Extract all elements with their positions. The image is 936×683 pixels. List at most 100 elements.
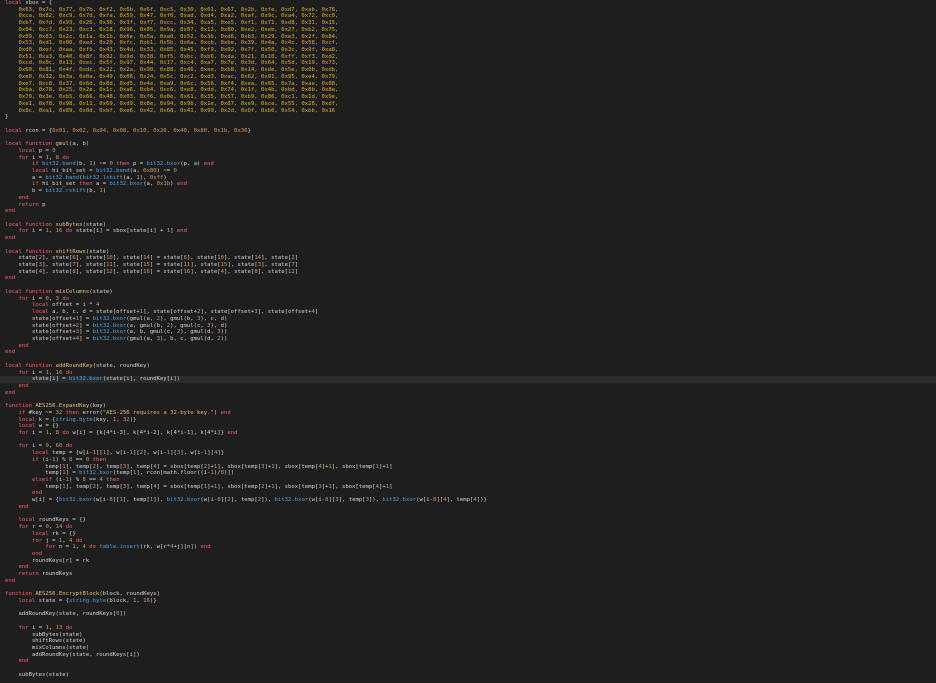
code-line[interactable]: 0x51, 0xa3, 0x40, 0x8f, 0x92, 0x9d, 0x38… <box>0 54 936 61</box>
code-line[interactable]: state[2], state[6], state[10], state[14]… <box>0 255 936 262</box>
code-line[interactable]: end <box>0 275 936 282</box>
code-line[interactable]: local offset = i * 4 <box>0 302 936 309</box>
code-line[interactable]: end <box>0 578 936 585</box>
code-line[interactable]: local function gmul(a, b) <box>0 141 936 148</box>
code-line[interactable] <box>0 511 936 518</box>
code-line[interactable] <box>0 618 936 625</box>
code-line[interactable]: temp[1], temp[2], temp[3], temp[4] = sbo… <box>0 464 936 471</box>
code-line[interactable]: for i = 1, 8 do w[i] = {k[4*i-3], k[4*i-… <box>0 430 936 437</box>
code-line[interactable]: local rcon = {0x01, 0x02, 0x04, 0x08, 0x… <box>0 128 936 135</box>
code-line[interactable] <box>0 282 936 289</box>
code-line[interactable] <box>0 396 936 403</box>
code-line[interactable]: end <box>0 658 936 665</box>
code-line[interactable]: a = bit32.band(bit32.lshift(a, 1), 0xff) <box>0 175 936 182</box>
code-line[interactable]: for i = 1, 13 do <box>0 625 936 632</box>
code-line[interactable]: 0xe7, 0xc8, 0x37, 0x6d, 0x8d, 0xd5, 0x4e… <box>0 81 936 88</box>
code-line[interactable]: end <box>0 343 936 350</box>
code-line[interactable]: addRoundKey(state, roundKeys[i]) <box>0 652 936 659</box>
code-line[interactable]: 0x53, 0xd1, 0x00, 0xed, 0x20, 0xfc, 0xb1… <box>0 40 936 47</box>
code-line[interactable]: 0xca, 0x82, 0xc9, 0x7d, 0xfa, 0x59, 0x47… <box>0 13 936 20</box>
code-line[interactable]: function AES256.EncryptBlock(block, roun… <box>0 591 936 598</box>
code-line[interactable]: state[offset+1] = bit32.bxor(gmul(a, 2),… <box>0 316 936 323</box>
code-line[interactable]: if bit32.band(b, 1) ~= 0 then p = bit32.… <box>0 161 936 168</box>
code-line[interactable]: for i = 0, 3 do <box>0 296 936 303</box>
code-line[interactable]: local state = {string.byte(block, 1, 16)… <box>0 598 936 605</box>
code-line[interactable] <box>0 215 936 222</box>
code-line[interactable]: local function shiftRows(state) <box>0 249 936 256</box>
code-line[interactable] <box>0 134 936 141</box>
code-line[interactable]: if hi_bit_set then a = bit32.bxor(a, 0x1… <box>0 181 936 188</box>
code-line[interactable]: 0xba, 0x78, 0x25, 0x2e, 0x1c, 0xa6, 0xb4… <box>0 87 936 94</box>
code-line[interactable]: 0x60, 0x81, 0x4f, 0xdc, 0x22, 0x2a, 0x90… <box>0 67 936 74</box>
code-line[interactable] <box>0 585 936 592</box>
code-line[interactable]: local temp = {w[i-1][1], w[i-1][2], w[i-… <box>0 450 936 457</box>
code-line[interactable]: 0xcd, 0x0c, 0x13, 0xec, 0x5f, 0x97, 0x44… <box>0 60 936 67</box>
code-line[interactable]: local a, b, c, d = state[offset+1], stat… <box>0 309 936 316</box>
code-line[interactable]: local function subBytes(state) <box>0 222 936 229</box>
code-line[interactable]: end <box>0 235 936 242</box>
code-line[interactable] <box>0 242 936 249</box>
code-line[interactable]: temp[1] = bit32.bxor(temp[1], rcon[math.… <box>0 470 936 477</box>
code-line[interactable]: for i = 9, 60 do <box>0 443 936 450</box>
code-line[interactable]: state[3], state[7], state[11], state[15]… <box>0 262 936 269</box>
code-line[interactable]: } <box>0 114 936 121</box>
code-line[interactable]: 0x8c, 0xa1, 0x89, 0x0d, 0xbf, 0xe6, 0x42… <box>0 108 936 115</box>
code-line[interactable]: for i = 1, 8 do <box>0 155 936 162</box>
code-line[interactable]: local sbox = { <box>0 0 936 7</box>
code-line[interactable]: end <box>0 383 936 390</box>
code-line[interactable]: state[i] = bit32.bxor(state[i], roundKey… <box>0 376 936 383</box>
code-line[interactable]: local hi_bit_set = bit32.band(a, 0x80) ~… <box>0 168 936 175</box>
code-line[interactable]: state[4], state[8], state[12], state[16]… <box>0 269 936 276</box>
code-line[interactable]: end <box>0 208 936 215</box>
code-line[interactable]: end <box>0 195 936 202</box>
code-line[interactable]: if #key ~= 32 then error("AES-256 requir… <box>0 410 936 417</box>
code-line[interactable]: for r = 0, 14 do <box>0 524 936 531</box>
code-line[interactable]: subBytes(state) <box>0 632 936 639</box>
code-line[interactable]: temp[1], temp[2], temp[3], temp[4] = sbo… <box>0 484 936 491</box>
code-line[interactable]: end <box>0 551 936 558</box>
code-line[interactable] <box>0 665 936 672</box>
code-line[interactable]: end <box>0 490 936 497</box>
code-line[interactable]: for n = 1, 4 do table.insert(rk, w[r*4+j… <box>0 544 936 551</box>
code-line[interactable] <box>0 356 936 363</box>
code-line[interactable]: state[offset+2] = bit32.bxor(a, gmul(b, … <box>0 323 936 330</box>
code-line[interactable]: addRoundKey(state, roundKeys[0]) <box>0 611 936 618</box>
code-line[interactable]: b = bit32.rshift(b, 1) <box>0 188 936 195</box>
code-line[interactable]: local roundKeys = {} <box>0 517 936 524</box>
code-line[interactable]: end <box>0 564 936 571</box>
code-line[interactable]: local function mixColumns(state) <box>0 289 936 296</box>
code-line[interactable]: 0x63, 0x7c, 0x77, 0x7b, 0xf2, 0x6b, 0x6f… <box>0 7 936 14</box>
code-line[interactable]: state[offset+3] = bit32.bxor(a, b, gmul(… <box>0 329 936 336</box>
code-line[interactable]: subBytes(state) <box>0 672 936 679</box>
code-line[interactable]: 0x70, 0x3e, 0xb5, 0x66, 0x48, 0x03, 0xf6… <box>0 94 936 101</box>
code-editor[interactable]: local sbox = { 0x63, 0x7c, 0x77, 0x7b, 0… <box>0 0 936 683</box>
code-line[interactable]: local p = 0 <box>0 148 936 155</box>
code-line[interactable]: 0xe0, 0x32, 0x3a, 0x0a, 0x49, 0x06, 0x24… <box>0 74 936 81</box>
code-line[interactable]: state[offset+4] = bit32.bxor(gmul(a, 3),… <box>0 336 936 343</box>
code-line[interactable]: w[i] = {bit32.bxor(w[i-8][1], temp[1]), … <box>0 497 936 504</box>
code-line[interactable] <box>0 437 936 444</box>
code-line[interactable]: local w = {} <box>0 423 936 430</box>
code-line[interactable]: for j = 1, 4 do <box>0 538 936 545</box>
code-line[interactable]: end <box>0 390 936 397</box>
code-line[interactable]: 0xb7, 0xfd, 0x93, 0x26, 0x36, 0x3f, 0xf7… <box>0 20 936 27</box>
code-line[interactable]: elseif (i-1) % 8 == 4 then <box>0 477 936 484</box>
code-line[interactable]: end <box>0 504 936 511</box>
code-line[interactable]: return p <box>0 202 936 209</box>
code-line[interactable] <box>0 121 936 128</box>
code-line[interactable]: function AES256.ExpandKey(key) <box>0 403 936 410</box>
code-line[interactable]: 0x04, 0xc7, 0x23, 0xc3, 0x18, 0x96, 0x05… <box>0 27 936 34</box>
code-line[interactable]: 0x09, 0x83, 0x2c, 0x1a, 0x1b, 0x6e, 0x5a… <box>0 34 936 41</box>
code-line[interactable]: for i = 1, 16 do <box>0 370 936 377</box>
code-line[interactable]: for i = 1, 16 do state[i] = sbox[state[i… <box>0 228 936 235</box>
code-line[interactable]: roundKeys[r] = rk <box>0 558 936 565</box>
code-line[interactable]: local rk = {} <box>0 531 936 538</box>
code-line[interactable]: local function addRoundKey(state, roundK… <box>0 363 936 370</box>
code-line[interactable]: shiftRows(state) <box>0 638 936 645</box>
code-line[interactable]: local k = {string.byte(key, 1, 32)} <box>0 417 936 424</box>
code-line[interactable] <box>0 605 936 612</box>
code-line[interactable]: return roundKeys <box>0 571 936 578</box>
code-line[interactable]: 0xd0, 0xef, 0xaa, 0xfb, 0x43, 0x4d, 0x33… <box>0 47 936 54</box>
code-line[interactable]: mixColumns(state) <box>0 645 936 652</box>
code-line[interactable]: if (i-1) % 8 == 0 then <box>0 457 936 464</box>
